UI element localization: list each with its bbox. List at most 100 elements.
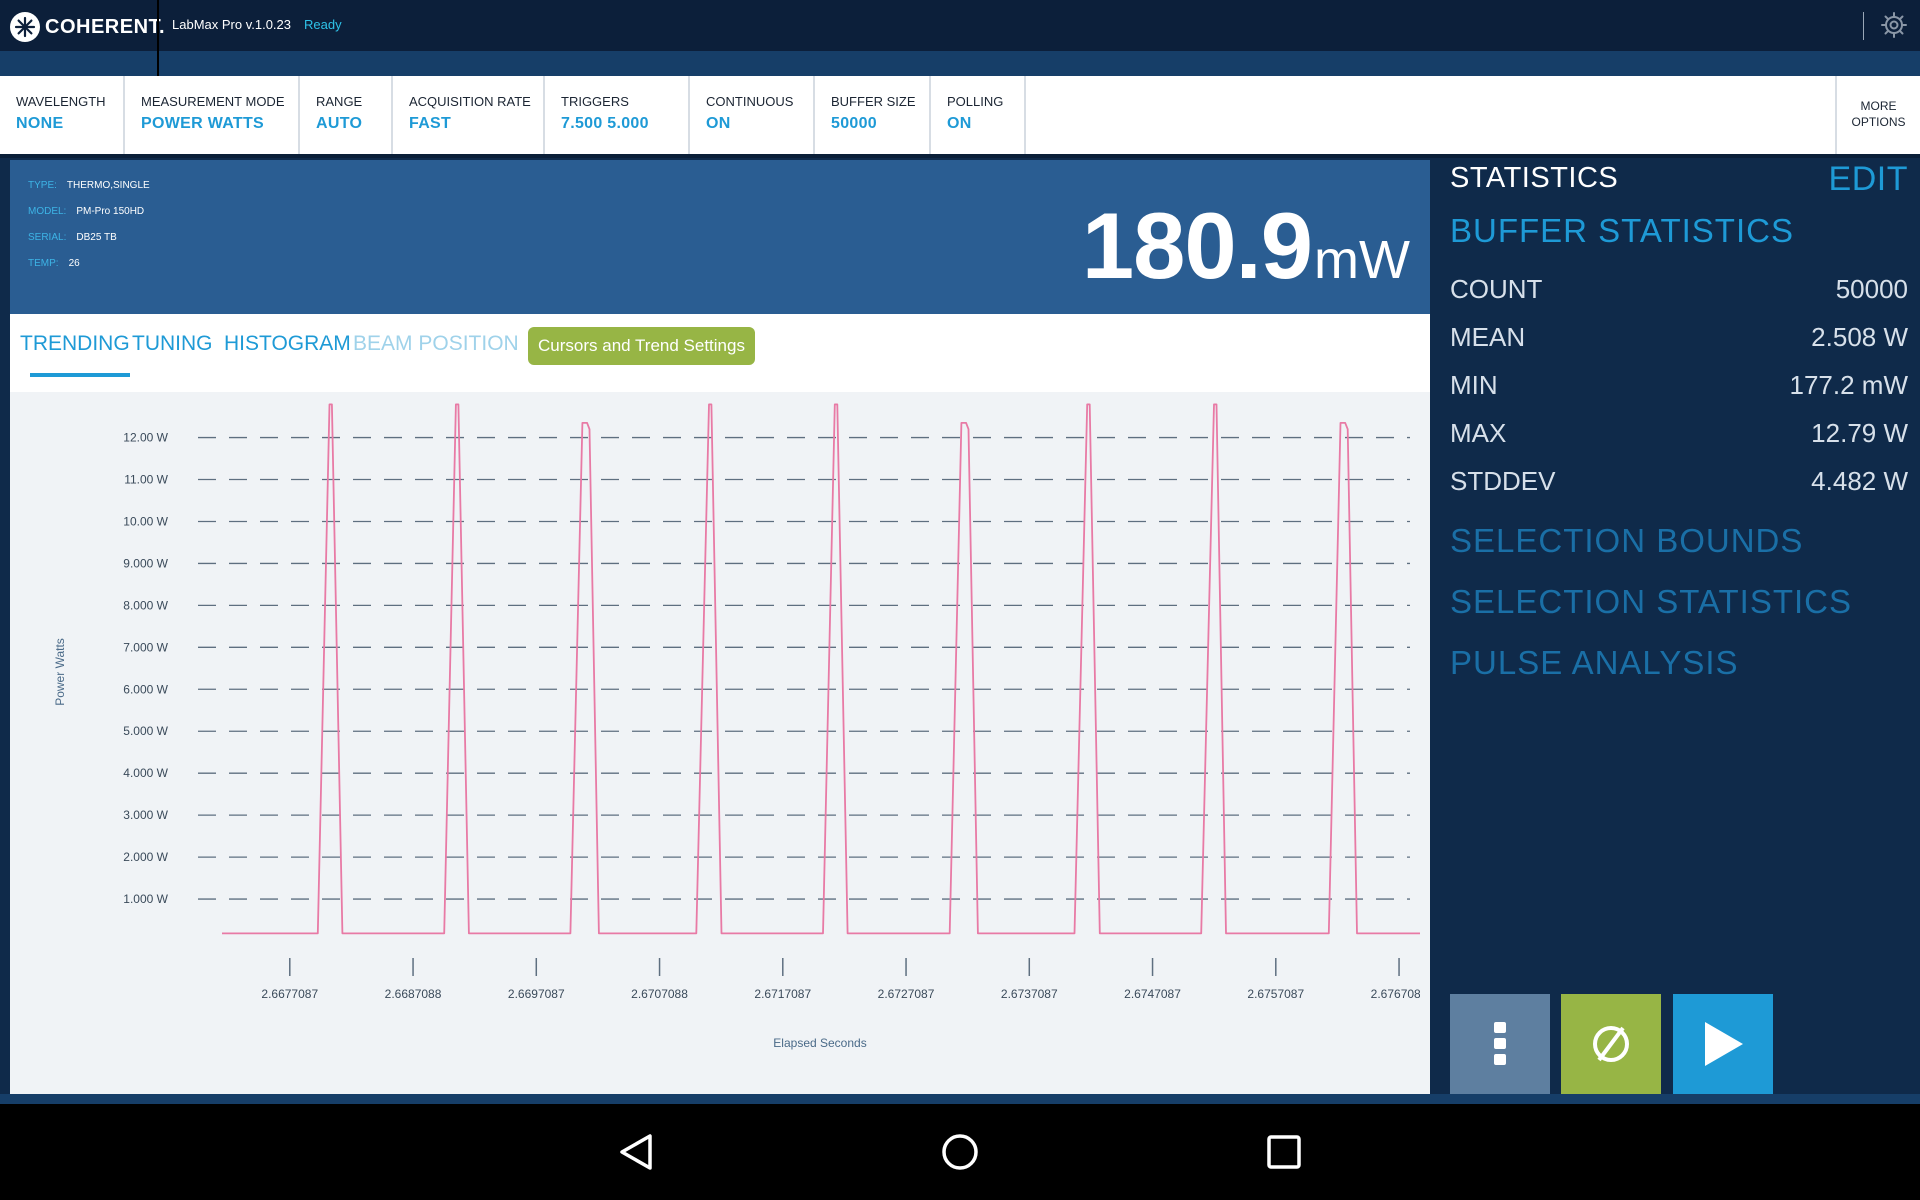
live-reading: 180.9 mW: [1082, 192, 1410, 300]
sensor-serial-value: DB25 TB: [76, 232, 117, 243]
view-tabs: TRENDING TUNING HISTOGRAM BEAM POSITION …: [10, 314, 1430, 392]
x-tick-label: 2.6687088: [385, 987, 442, 1001]
setting-label: MEASUREMENT MODE: [141, 94, 285, 109]
stat-label: MAX: [1450, 418, 1507, 448]
setting-value: 7.500 5.000: [561, 115, 649, 132]
more-vertical-icon: [1494, 1022, 1506, 1065]
setting-label: CONTINUOUS: [706, 94, 794, 109]
zero-button[interactable]: [1561, 994, 1661, 1094]
y-tick-label: 7.000 W: [123, 640, 168, 654]
y-tick-label: 9.000 W: [123, 556, 168, 570]
selection-bounds-header[interactable]: SELECTION BOUNDS: [1450, 522, 1803, 560]
reading-value: 180.9: [1081, 193, 1313, 298]
sensor-temp-label: TEMP:: [28, 258, 59, 269]
title-divider: [157, 0, 159, 76]
tab-histogram[interactable]: HISTOGRAM: [224, 332, 351, 356]
more-actions-button[interactable]: [1450, 994, 1550, 1094]
more-options-button[interactable]: MORE OPTIONS: [1835, 76, 1920, 154]
x-tick-label: 2.6697087: [508, 987, 565, 1001]
sensor-type-label: TYPE:: [28, 180, 57, 191]
stat-value: 50000: [1835, 274, 1908, 304]
tab-tuning[interactable]: TUNING: [132, 332, 213, 356]
recents-button[interactable]: [1262, 1130, 1306, 1174]
sensor-type-value: THERMO,SINGLE: [66, 180, 150, 191]
tab-beam-position[interactable]: BEAM POSITION: [353, 332, 519, 356]
active-tab-indicator: [30, 373, 130, 377]
gear-icon[interactable]: [1880, 11, 1908, 44]
x-tick-label: 2.6737087: [1001, 987, 1058, 1001]
setting-value: ON: [947, 115, 972, 132]
pulse-analysis-header[interactable]: PULSE ANALYSIS: [1450, 644, 1739, 682]
setting-label: BUFFER SIZE: [831, 94, 916, 109]
setting-measurement-mode[interactable]: MEASUREMENT MODE POWER WATTS: [125, 76, 300, 154]
stat-value: 2.508 W: [1811, 322, 1908, 352]
x-tick-label: 2.6717087: [754, 987, 811, 1001]
y-axis-label: Power Watts: [53, 638, 67, 706]
stat-row-stddev: STDDEV 4.482 W: [1450, 466, 1908, 497]
power-trace-line: [222, 403, 1420, 935]
back-triangle-icon: [620, 1134, 652, 1170]
app-title: LabMax Pro v.1.0.23: [172, 17, 291, 32]
setting-buffer-size[interactable]: BUFFER SIZE 50000: [815, 76, 931, 154]
setting-wavelength[interactable]: WAVELENGTH NONE: [0, 76, 125, 154]
stat-row-count: COUNT 50000: [1450, 274, 1908, 305]
connection-status: Ready: [304, 17, 342, 32]
setting-range[interactable]: RANGE AUTO: [300, 76, 393, 154]
back-button[interactable]: [614, 1130, 658, 1174]
title-separator: [1863, 12, 1864, 40]
setting-label: WAVELENGTH: [16, 94, 106, 109]
trend-chart-svg[interactable]: 1.000 W 2.000 W 3.000 W 4.000 W 5.000 W 6.000…: [20, 392, 1428, 1084]
setting-continuous[interactable]: CONTINUOUS ON: [690, 76, 815, 154]
play-icon: [1705, 1022, 1743, 1066]
sensor-type: TYPE: THERMO,SINGLE: [28, 180, 150, 191]
edit-statistics-button[interactable]: EDIT: [1829, 160, 1908, 199]
x-tick-label: 2.6677087: [261, 987, 318, 1001]
cursors-trend-settings-button[interactable]: Cursors and Trend Settings: [528, 327, 755, 365]
sensor-temp-value: 26: [68, 258, 80, 269]
sensor-model: MODEL: PM-Pro 150HD: [28, 206, 144, 217]
setting-label: RANGE: [316, 94, 363, 109]
sensor-serial-label: SERIAL:: [28, 232, 67, 243]
zero-icon: [1593, 1026, 1629, 1062]
selection-statistics-header[interactable]: SELECTION STATISTICS: [1450, 583, 1852, 621]
sub-bar: [0, 51, 1920, 76]
y-tick-label: 3.000 W: [123, 808, 168, 822]
system-nav-bar: [0, 1104, 1920, 1200]
home-button[interactable]: [938, 1130, 982, 1174]
setting-value: FAST: [409, 115, 452, 132]
stat-row-max: MAX 12.79 W: [1450, 418, 1908, 449]
x-tick-label: 2.6767087: [1371, 987, 1420, 1001]
y-tick-label: 8.000 W: [123, 598, 168, 612]
y-tick-label: 4.000 W: [123, 766, 168, 780]
stat-value: 12.79 W: [1811, 418, 1908, 448]
setting-acquisition-rate[interactable]: ACQUISITION RATE FAST: [393, 76, 545, 154]
sensor-model-value: PM-Pro 150HD: [76, 206, 145, 217]
x-tick-label: 2.6727087: [878, 987, 935, 1001]
x-tick-label: 2.6747087: [1124, 987, 1181, 1001]
recents-square-icon: [1267, 1135, 1301, 1169]
stat-row-min: MIN 177.2 mW: [1450, 370, 1908, 401]
setting-value: POWER WATTS: [141, 115, 264, 132]
footer-strip: [0, 1094, 1920, 1104]
y-tick-label: 6.000 W: [123, 682, 168, 696]
setting-label: ACQUISITION RATE: [409, 94, 531, 109]
setting-value: AUTO: [316, 115, 363, 132]
y-tick-label: 2.000 W: [123, 850, 168, 864]
stat-label: MIN: [1450, 370, 1498, 400]
trend-chart: 1.000 W 2.000 W 3.000 W 4.000 W 5.000 W 6.000…: [20, 392, 1428, 1084]
coherent-logo: COHERENT.: [10, 12, 165, 42]
meter-readout: TYPE: THERMO,SINGLE MODEL: PM-Pro 150HD SE…: [10, 160, 1430, 314]
settings-shadow: [0, 154, 1920, 158]
reading-unit: mW: [1314, 230, 1410, 290]
y-tick-label: 5.000 W: [123, 724, 168, 738]
setting-triggers[interactable]: TRIGGERS 7.500 5.000: [545, 76, 690, 154]
setting-polling[interactable]: POLLING ON: [931, 76, 1026, 154]
setting-value: ON: [706, 115, 731, 132]
stat-label: STDDEV: [1450, 466, 1556, 496]
tab-trending[interactable]: TRENDING: [20, 332, 130, 356]
buffer-statistics-header[interactable]: BUFFER STATISTICS: [1450, 212, 1794, 250]
statistics-title: STATISTICS: [1450, 162, 1619, 194]
stat-label: COUNT: [1450, 274, 1543, 304]
play-button[interactable]: [1673, 994, 1773, 1094]
y-tick-label: 12.00 W: [123, 431, 168, 445]
